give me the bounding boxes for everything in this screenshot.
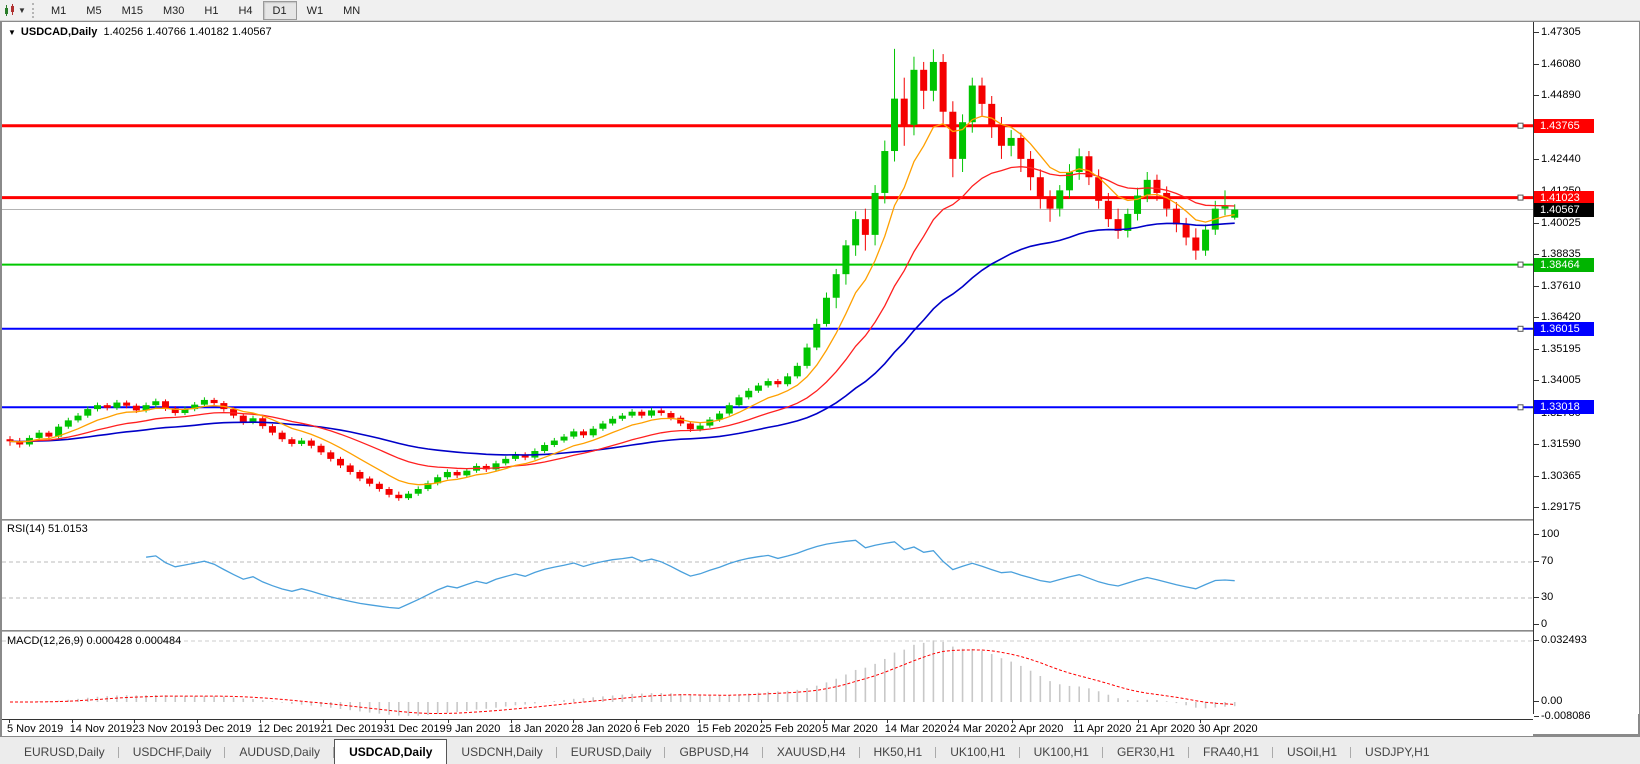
ohlc-values: 1.40256 1.40766 1.40182 1.40567 [103,26,271,38]
price-tick: 1.30365 [1541,470,1581,482]
date-label: 15 Feb 2020 [697,723,759,735]
price-badge: 1.43765 [1534,119,1594,133]
macd-signal-line [10,650,1235,714]
price-tick: 1.34005 [1541,374,1581,386]
chart-tab-usdcad-daily[interactable]: USDCAD,Daily [334,739,447,764]
rsi-tick: 70 [1541,555,1553,567]
chart-tab-audusd-daily[interactable]: AUDUSD,Daily [225,741,334,764]
chart-tab-uk100-h1[interactable]: UK100,H1 [1020,741,1103,764]
chart-tab-usdjpy-h1[interactable]: USDJPY,H1 [1351,741,1443,764]
price-badge: 1.33018 [1534,400,1594,414]
rsi-tick: 0 [1541,618,1547,630]
date-label: 11 Apr 2020 [1073,723,1132,735]
time-axis[interactable]: 5 Nov 2019 14 Nov 201923 Nov 20193 Dec 20… [2,719,1533,737]
price-tick: 1.42440 [1541,153,1581,165]
date-label: 3 Dec 2019 [195,723,251,735]
rsi-tick: 30 [1541,591,1553,603]
timeframe-button-m5[interactable]: M5 [76,1,111,20]
chart-tab-usdchf-daily[interactable]: USDCHF,Daily [119,741,226,764]
date-label: 5 Mar 2020 [822,723,878,735]
timeframe-button-d1[interactable]: D1 [263,1,297,20]
timeframe-button-h1[interactable]: H1 [194,1,228,20]
timeframe-buttons: M1M5M15M30H1H4D1W1MN [41,1,370,20]
hline-1.33018[interactable] [2,405,1533,410]
price-tick: 1.29175 [1541,501,1581,513]
date-label: 12 Dec 2019 [258,723,320,735]
date-label: 2 Apr 2020 [1010,723,1063,735]
chart-area: ▼ USDCAD,Daily 1.40256 1.40766 1.40182 1.… [0,21,1640,736]
chart-title: ▼ USDCAD,Daily 1.40256 1.40766 1.40182 1.… [8,26,272,38]
hline-1.36015[interactable] [2,326,1533,331]
chart-tab-ger30-h1[interactable]: GER30,H1 [1103,741,1189,764]
macd-tick: 0.032493 [1541,634,1587,646]
rsi-tick: 100 [1541,528,1559,540]
date-label: 24 Mar 2020 [948,723,1010,735]
chart-tab-usoil-h1[interactable]: USOil,H1 [1273,741,1351,764]
timeframe-toolbar: ▼ M1M5M15M30H1H4D1W1MN [0,0,1640,21]
hline-1.43765[interactable] [2,123,1533,128]
chart-tab-eurusd-daily[interactable]: EURUSD,Daily [557,741,666,764]
candles-layer [7,49,1239,501]
date-label: 14 Nov 2019 [70,723,132,735]
chart-tab-fra40-h1[interactable]: FRA40,H1 [1189,741,1273,764]
ma-fast-line [10,116,1235,485]
timeframe-button-mn[interactable]: MN [333,1,370,20]
chart-tab-xauusd-h4[interactable]: XAUUSD,H4 [763,741,860,764]
timeframe-button-w1[interactable]: W1 [297,1,334,20]
price-axis[interactable]: 1.473051.460801.448901.436651.424401.412… [1533,22,1639,714]
date-label: 6 Feb 2020 [634,723,690,735]
date-label: 31 Dec 2019 [383,723,445,735]
candlestick-glyph [4,4,17,17]
chart-tabs-bar: EURUSD,DailyUSDCHF,DailyAUDUSD,DailyUSDC… [0,736,1640,764]
price-tick: 1.47305 [1541,26,1581,38]
chart-tab-gbpusd-h4[interactable]: GBPUSD,H4 [665,741,762,764]
hline-1.41023[interactable] [2,195,1533,200]
price-tick: 1.35195 [1541,343,1581,355]
rsi-label: RSI(14) 51.0153 [7,523,88,535]
date-label: 21 Dec 2019 [321,723,383,735]
symbol-period-label: USDCAD,Daily [21,26,97,38]
ma-mid-line [10,167,1235,469]
mt4-window: ▼ M1M5M15M30H1H4D1W1MN ▼ USDCAD,Daily 1.4… [0,0,1640,764]
timeframe-button-m15[interactable]: M15 [112,1,153,20]
date-label: 23 Nov 2019 [132,723,194,735]
date-label: 9 Jan 2020 [446,723,500,735]
price-tick: 1.37610 [1541,280,1581,292]
chart-tab-eurusd-daily[interactable]: EURUSD,Daily [10,741,119,764]
timeframe-button-m30[interactable]: M30 [153,1,194,20]
chevron-down-icon[interactable]: ▼ [8,28,16,37]
price-tick: 1.44890 [1541,89,1581,101]
price-tick: 1.31590 [1541,438,1581,450]
toolbar-grip [32,3,37,18]
timeframe-button-m1[interactable]: M1 [41,1,76,20]
date-label: 28 Jan 2020 [571,723,632,735]
price-tick: 1.46080 [1541,58,1581,70]
chart-tab-hk50-h1[interactable]: HK50,H1 [860,741,937,764]
date-label: 18 Jan 2020 [509,723,570,735]
date-label: 14 Mar 2020 [885,723,947,735]
macd-histogram [10,640,1235,716]
hline-1.38464[interactable] [2,262,1533,267]
timeframe-button-h4[interactable]: H4 [228,1,262,20]
price-badge: 1.38464 [1534,258,1594,272]
price-badge: 1.36015 [1534,322,1594,336]
rsi-pane[interactable] [2,522,1533,630]
chart-tab-usdcnh-daily[interactable]: USDCNH,Daily [447,741,556,764]
chart-type-icon[interactable]: ▼ [2,2,28,19]
macd-pane[interactable] [2,633,1533,719]
date-label: 5 Nov 2019 [7,723,63,735]
chevron-down-icon: ▼ [18,6,26,15]
date-label: 21 Apr 2020 [1136,723,1195,735]
price-badge: 1.40567 [1534,203,1594,217]
price-tick: 1.40025 [1541,217,1581,229]
macd-label: MACD(12,26,9) 0.000428 0.000484 [7,635,181,647]
horizontal-lines [2,123,1533,410]
price-pane[interactable] [2,22,1533,519]
date-label: 30 Apr 2020 [1198,723,1257,735]
macd-tick: -0.008086 [1541,710,1591,722]
chart-tab-uk100-h1[interactable]: UK100,H1 [936,741,1019,764]
macd-tick: 0.00 [1541,695,1562,707]
date-label: 25 Feb 2020 [759,723,821,735]
